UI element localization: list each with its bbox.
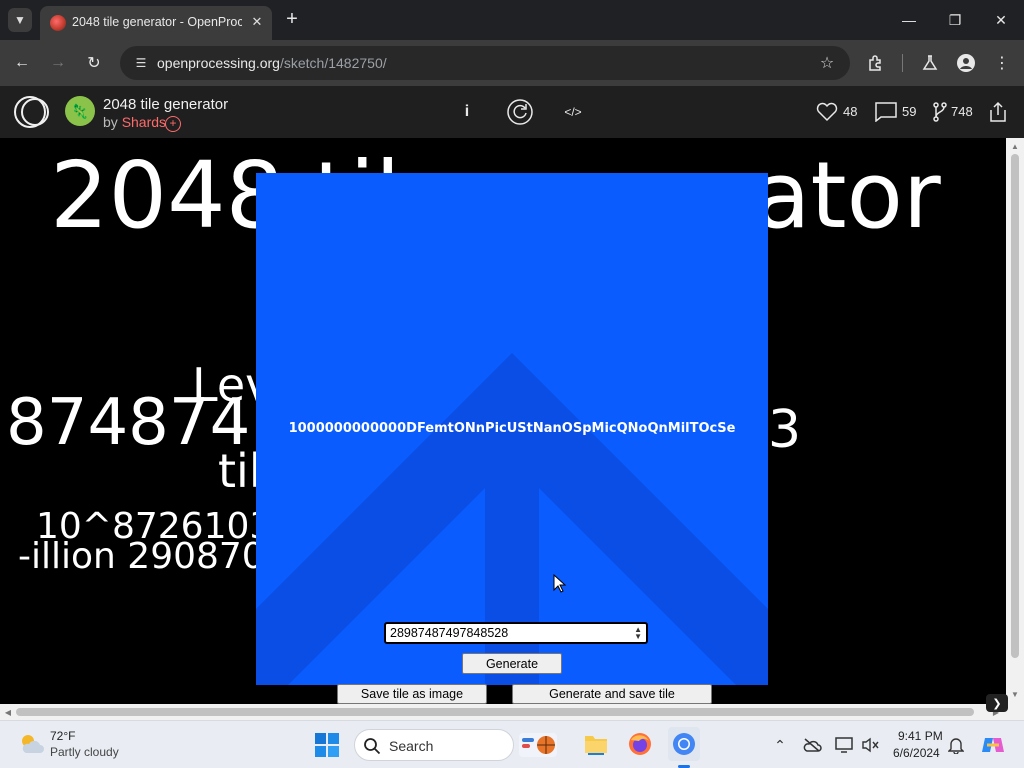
- openprocessing-logo-icon[interactable]: [14, 95, 50, 129]
- favicon-icon: [50, 15, 66, 31]
- firefox-icon[interactable]: [627, 731, 653, 757]
- save-tile-button[interactable]: Save tile as image: [337, 684, 487, 704]
- comment-icon[interactable]: [874, 101, 898, 123]
- display-icon[interactable]: [834, 735, 854, 755]
- tab-search-dropdown-icon[interactable]: ▼: [8, 8, 32, 32]
- console-toggle-icon[interactable]: ❯: [986, 694, 1008, 712]
- onedrive-cloud-icon[interactable]: [802, 735, 822, 755]
- windows-taskbar: 72°F Partly cloudy Search ⌃ 9:41 PM 6/6/…: [0, 720, 1024, 768]
- generate-and-save-button[interactable]: Generate and save tile: [512, 684, 712, 704]
- show-hidden-icons-chevron-icon[interactable]: ⌃: [770, 735, 790, 755]
- horizontal-scrollbar[interactable]: ◀ ▶: [0, 704, 1024, 720]
- windows-start-icon[interactable]: [315, 733, 339, 757]
- restore-icon[interactable]: ❐: [942, 8, 968, 32]
- sketch-byline: by Shards: [103, 114, 166, 130]
- scroll-down-icon[interactable]: ▼: [1006, 688, 1024, 700]
- vertical-scroll-thumb[interactable]: [1011, 154, 1019, 658]
- canvas-illion-text: -illion 290870: [18, 536, 265, 577]
- comments-count: 59: [902, 104, 917, 119]
- forks-count: 748: [951, 104, 973, 119]
- search-highlight-icon: [519, 733, 557, 757]
- author-avatar[interactable]: 🦎: [65, 96, 95, 126]
- url-text[interactable]: openprocessing.org/sketch/1482750/: [157, 55, 387, 71]
- profile-icon[interactable]: [954, 51, 978, 75]
- clock-time[interactable]: 9:41 PM: [898, 729, 943, 743]
- vertical-scrollbar[interactable]: ▲ ▼: [1006, 138, 1024, 704]
- fork-icon[interactable]: [930, 101, 950, 123]
- info-icon[interactable]: i: [458, 102, 476, 122]
- forward-icon[interactable]: →: [46, 51, 70, 75]
- tab-bar: ▼ 2048 tile generator - OpenProcessing ✕…: [0, 0, 1024, 40]
- search-icon: [363, 737, 381, 755]
- horizontal-scroll-thumb[interactable]: [16, 708, 974, 716]
- clock-date[interactable]: 6/6/2024: [893, 746, 940, 760]
- browser-toolbar: ← → ↻ ☰ openprocessing.org/sketch/148275…: [0, 40, 1024, 86]
- seed-input-value: 28987487497848528: [390, 626, 509, 640]
- restart-icon[interactable]: [505, 97, 535, 127]
- heart-icon[interactable]: [815, 101, 839, 123]
- minimize-icon[interactable]: —: [896, 8, 922, 32]
- bookmark-star-icon[interactable]: ☆: [817, 53, 837, 73]
- close-window-icon[interactable]: ✕: [988, 8, 1014, 32]
- scroll-up-icon[interactable]: ▲: [1006, 140, 1024, 152]
- number-spinner-icon[interactable]: ▲ ▼: [634, 626, 642, 641]
- share-icon[interactable]: [986, 100, 1010, 124]
- labs-flask-icon[interactable]: [918, 51, 942, 75]
- openprocessing-header: 🦎 2048 tile generator by Shards + i </> …: [0, 86, 1024, 138]
- tile-number-text: 1000000000000DFemtONnPicUStNanOSpMicQNoQ…: [288, 421, 736, 436]
- url-host: openprocessing.org: [157, 55, 280, 71]
- browser-tab[interactable]: 2048 tile generator - OpenProcessing ✕: [40, 6, 272, 40]
- scroll-left-icon[interactable]: ◀: [2, 706, 14, 718]
- chrome-icon[interactable]: [668, 727, 700, 761]
- site-info-icon[interactable]: ☰: [132, 54, 150, 72]
- file-explorer-icon[interactable]: [583, 731, 609, 757]
- canvas-number-left: 874874: [6, 386, 251, 460]
- url-path: /sketch/1482750/: [279, 55, 387, 71]
- mouse-cursor-icon: [553, 574, 567, 593]
- generate-button[interactable]: Generate: [462, 653, 562, 674]
- partly-cloudy-icon[interactable]: [18, 731, 44, 757]
- likes-count: 48: [843, 104, 858, 119]
- toolbar-divider: [902, 54, 903, 72]
- back-icon[interactable]: ←: [10, 51, 34, 75]
- reload-icon[interactable]: ↻: [82, 51, 106, 75]
- canvas-number-right: 3: [768, 400, 802, 460]
- new-tab-button[interactable]: +: [282, 9, 302, 29]
- taskbar-search-box[interactable]: Search: [354, 729, 557, 761]
- weather-condition: Partly cloudy: [50, 745, 119, 759]
- search-placeholder: Search: [389, 738, 434, 754]
- seed-number-input[interactable]: 28987487497848528 ▲ ▼: [384, 622, 648, 644]
- copilot-icon[interactable]: [980, 733, 1006, 757]
- tab-title: 2048 tile generator - OpenProcessing: [72, 15, 242, 29]
- code-icon[interactable]: </>: [560, 102, 586, 122]
- weather-temperature: 72°F: [50, 729, 76, 743]
- sketch-title: 2048 tile generator: [103, 96, 229, 113]
- volume-muted-icon[interactable]: [860, 735, 880, 755]
- tile-preview: 1000000000000DFemtONnPicUStNanOSpMicQNoQ…: [256, 173, 768, 685]
- address-bar[interactable]: ☰ openprocessing.org/sketch/1482750/ ☆: [120, 46, 850, 80]
- browser-menu-icon[interactable]: ⋮: [990, 51, 1014, 75]
- tab-close-icon[interactable]: ✕: [248, 13, 266, 31]
- follow-plus-icon[interactable]: +: [165, 116, 181, 132]
- extensions-icon[interactable]: [864, 51, 888, 75]
- author-link[interactable]: Shards: [122, 114, 166, 130]
- notification-bell-icon[interactable]: [946, 735, 966, 755]
- by-label: by: [103, 114, 118, 130]
